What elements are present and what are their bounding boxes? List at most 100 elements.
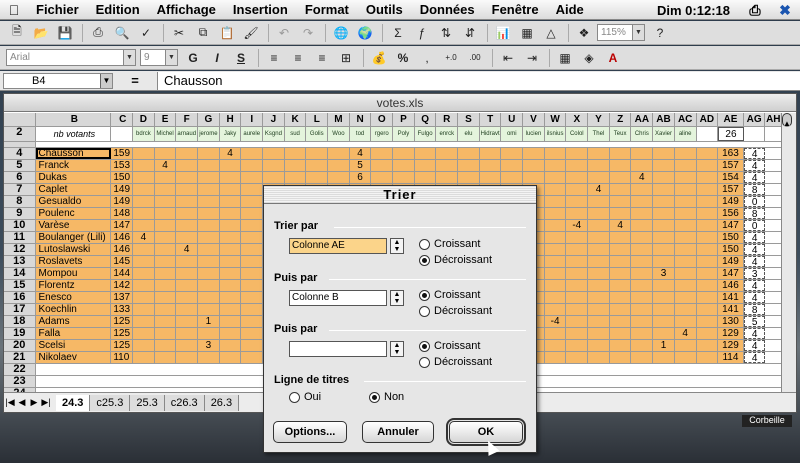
- cell[interactable]: [241, 316, 264, 327]
- cell[interactable]: 149: [111, 196, 134, 207]
- column-header[interactable]: C: [111, 113, 134, 126]
- ok-button[interactable]: OK: [446, 418, 526, 446]
- cell[interactable]: [176, 208, 199, 219]
- cell[interactable]: [588, 280, 610, 291]
- cell[interactable]: [631, 232, 654, 243]
- decrease-indent-icon[interactable]: ⇤: [497, 48, 519, 68]
- cell[interactable]: [414, 148, 437, 159]
- cell[interactable]: [696, 160, 719, 171]
- cell[interactable]: Thel: [588, 127, 610, 141]
- cell[interactable]: [696, 148, 719, 159]
- cell[interactable]: [696, 352, 719, 363]
- cell[interactable]: [631, 184, 654, 195]
- cell[interactable]: 0: [743, 196, 766, 207]
- cell[interactable]: [588, 244, 610, 255]
- cell[interactable]: [458, 160, 480, 171]
- cell[interactable]: [765, 232, 782, 243]
- cell[interactable]: [566, 316, 589, 327]
- cell[interactable]: [765, 316, 782, 327]
- cell[interactable]: [653, 160, 675, 171]
- cell[interactable]: [133, 172, 155, 183]
- cell[interactable]: [696, 292, 719, 303]
- cell[interactable]: 149: [718, 196, 744, 207]
- cell[interactable]: [566, 148, 589, 159]
- cell[interactable]: Fulgo: [414, 127, 437, 141]
- chart-wizard-icon[interactable]: 📊: [492, 23, 514, 43]
- then-by-arrows-icon[interactable]: ▲ ▼: [390, 290, 404, 306]
- cell[interactable]: [328, 172, 350, 183]
- cell[interactable]: [631, 340, 654, 351]
- column-header[interactable]: T: [480, 113, 502, 126]
- cell[interactable]: [544, 352, 567, 363]
- wizard-icon[interactable]: ❖: [573, 23, 595, 43]
- cell[interactable]: Boulanger (Lili): [35, 232, 112, 243]
- cell[interactable]: [154, 208, 177, 219]
- cell[interactable]: [674, 340, 697, 351]
- cell[interactable]: aurele: [241, 127, 264, 141]
- cell[interactable]: [631, 316, 654, 327]
- cell[interactable]: [219, 220, 242, 231]
- open-icon[interactable]: 📂: [30, 23, 52, 43]
- cell[interactable]: [765, 268, 782, 279]
- cell[interactable]: [371, 160, 394, 171]
- cell[interactable]: [609, 328, 632, 339]
- cell[interactable]: [176, 352, 199, 363]
- cell[interactable]: 146: [111, 232, 134, 243]
- cell[interactable]: [631, 244, 654, 255]
- align-right-icon[interactable]: ≡: [311, 48, 333, 68]
- menu-7[interactable]: Fenêtre: [484, 2, 548, 17]
- column-header[interactable]: AC: [675, 113, 697, 126]
- cell[interactable]: [696, 244, 719, 255]
- cell[interactable]: [566, 292, 589, 303]
- cell[interactable]: [479, 172, 502, 183]
- cell[interactable]: 1: [198, 316, 220, 327]
- cell[interactable]: [631, 148, 654, 159]
- column-header[interactable]: AG: [744, 113, 766, 126]
- cell[interactable]: [696, 316, 719, 327]
- cell[interactable]: 147: [718, 268, 744, 279]
- cell[interactable]: [241, 172, 264, 183]
- sheet-tab[interactable]: 26.3: [204, 394, 240, 411]
- cell[interactable]: [674, 148, 697, 159]
- cell[interactable]: [241, 232, 264, 243]
- cell[interactable]: [765, 160, 782, 171]
- cell[interactable]: [566, 232, 589, 243]
- row-header[interactable]: 13: [4, 256, 36, 267]
- cell[interactable]: [765, 127, 782, 141]
- cell[interactable]: [154, 268, 177, 279]
- cell[interactable]: [176, 292, 199, 303]
- cell[interactable]: [393, 160, 415, 171]
- cell[interactable]: [696, 172, 719, 183]
- name-box[interactable]: B4 ▼: [3, 72, 113, 89]
- cell[interactable]: [765, 280, 782, 291]
- cell[interactable]: 150: [718, 232, 744, 243]
- cell[interactable]: ilsnius: [544, 127, 567, 141]
- cell[interactable]: Jaky: [219, 127, 242, 141]
- cell[interactable]: Gesualdo: [35, 196, 112, 207]
- cell[interactable]: [133, 220, 155, 231]
- cell[interactable]: [588, 160, 610, 171]
- sort-by-ascending[interactable]: Croissant: [419, 238, 480, 250]
- cell[interactable]: -4: [544, 316, 567, 327]
- cell[interactable]: -4: [566, 220, 589, 231]
- cell[interactable]: [176, 256, 199, 267]
- cell[interactable]: [653, 244, 675, 255]
- row-header[interactable]: 9: [4, 208, 36, 219]
- cell[interactable]: 125: [111, 328, 134, 339]
- cell[interactable]: Ksgnd: [263, 127, 285, 141]
- printer-icon[interactable]: ⎙: [740, 0, 770, 20]
- cell[interactable]: [765, 328, 782, 339]
- cell[interactable]: [133, 316, 155, 327]
- cell[interactable]: [631, 220, 654, 231]
- cell[interactable]: [696, 280, 719, 291]
- thousands-icon[interactable]: ,: [416, 48, 438, 68]
- sheet-tab[interactable]: 24.3: [56, 394, 91, 411]
- help-icon[interactable]: ?: [649, 23, 671, 43]
- cell[interactable]: [306, 148, 329, 159]
- cell[interactable]: Caplet: [35, 184, 112, 195]
- cell[interactable]: [219, 328, 242, 339]
- cell[interactable]: Hidravt: [479, 127, 502, 141]
- cell[interactable]: [436, 172, 459, 183]
- column-header[interactable]: V: [523, 113, 545, 126]
- cell[interactable]: [219, 352, 242, 363]
